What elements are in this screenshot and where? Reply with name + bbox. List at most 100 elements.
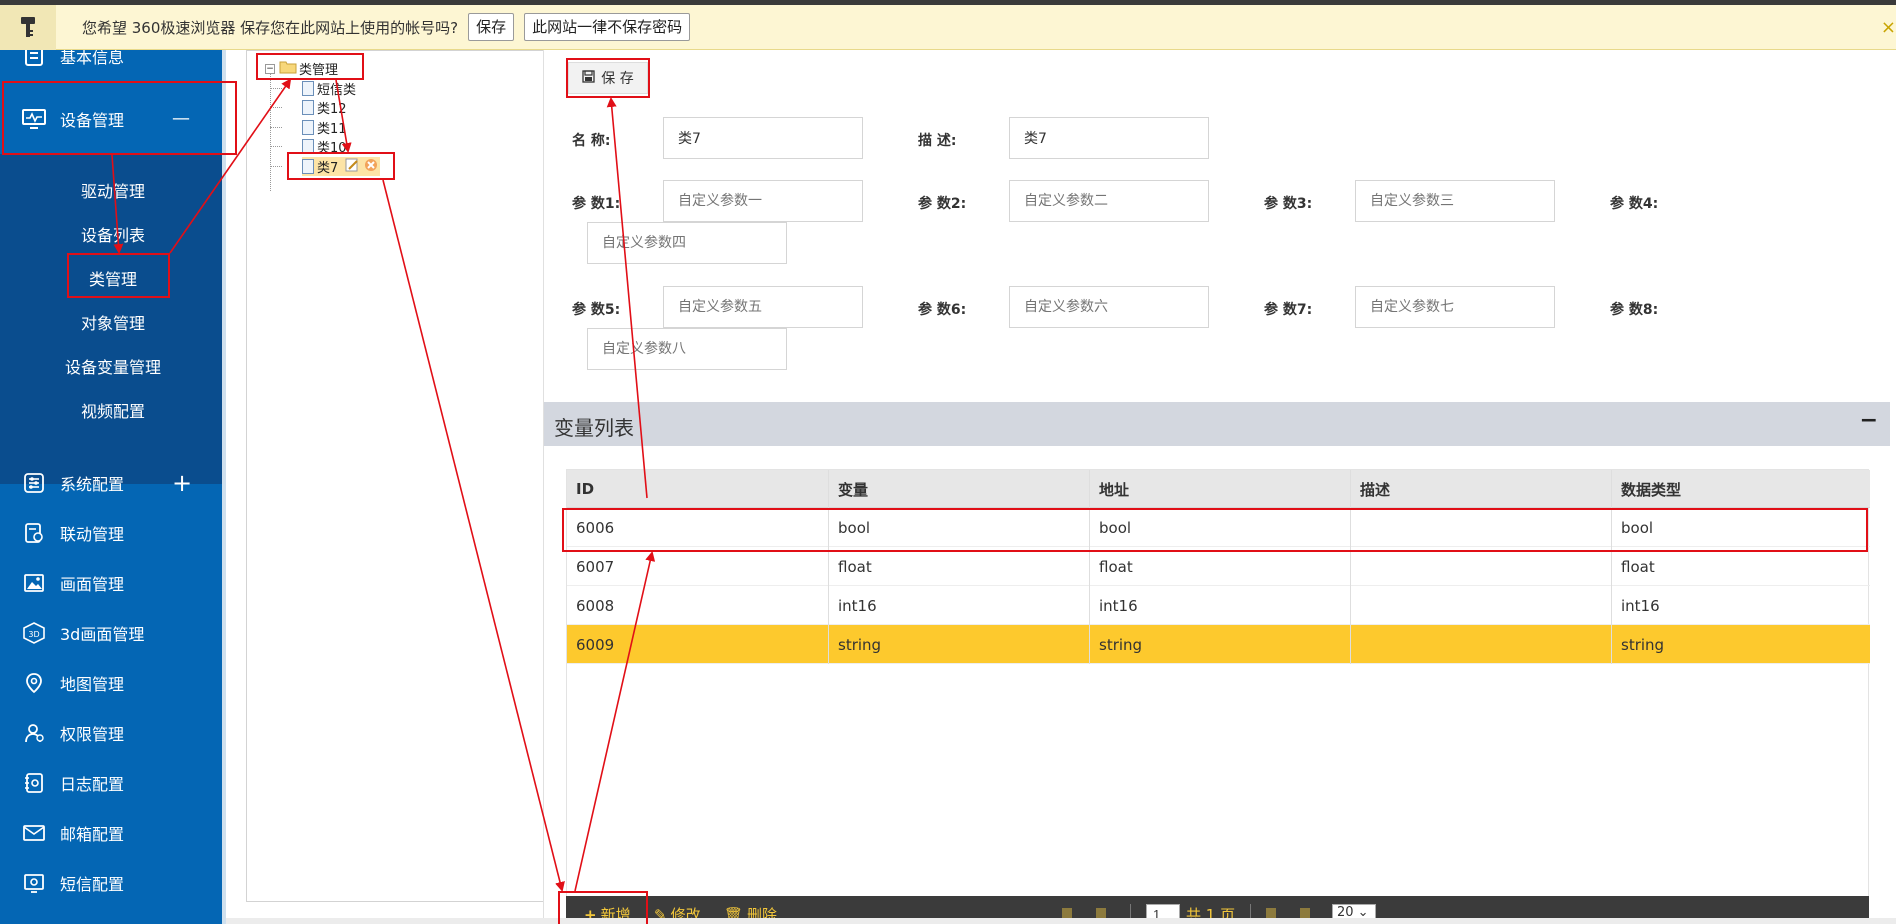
sidebar-item-permission[interactable]: 权限管理 — [0, 713, 226, 753]
sidebar-item-label: 系统配置 — [60, 475, 125, 494]
grid-header: ID 变量 地址 描述 数据类型 — [567, 470, 1870, 508]
param2-input[interactable] — [1009, 180, 1209, 222]
cell-data-type: string — [1621, 635, 1665, 654]
param6-label: 参 数6: — [918, 302, 967, 318]
param7-label: 参 数7: — [1264, 302, 1313, 318]
annotation-box-device-management — [2, 81, 237, 155]
sidebar-subitem-device-variables[interactable]: 设备变量管理 — [0, 352, 226, 384]
user-shield-icon — [21, 720, 47, 746]
param3-input[interactable] — [1355, 180, 1555, 222]
sidebar-item-3d-screen[interactable]: 3D 3d画面管理 — [0, 613, 226, 653]
annotation-box-tree-root — [256, 53, 364, 80]
param3-label: 参 数3: — [1264, 196, 1313, 212]
sidebar-subitem-object-management[interactable]: 对象管理 — [0, 308, 226, 340]
sidebar-item-label: 基本信息 — [60, 50, 125, 67]
3d-icon: 3D — [21, 620, 47, 646]
password-save-button[interactable]: 保存 — [468, 13, 515, 41]
sidebar-item-sms-config[interactable]: 短信配置 — [0, 863, 226, 903]
map-pin-icon — [21, 670, 47, 696]
cell-id: 6007 — [567, 547, 829, 586]
sidebar-item-screen[interactable]: 画面管理 — [0, 563, 226, 603]
param5-label: 参 数5: — [572, 302, 621, 318]
sidebar-item-log-config[interactable]: 日志配置 — [0, 763, 226, 803]
table-row[interactable]: 6008 int16 int16 int16 — [567, 586, 1870, 625]
cell-address: float — [1090, 547, 1351, 586]
sidebar-item-map[interactable]: 地图管理 — [0, 663, 226, 703]
name-label: 名 称: — [572, 133, 611, 149]
tree-node[interactable]: 短信类 — [302, 79, 356, 98]
sidebar-item-linkage[interactable]: 联动管理 — [0, 513, 226, 553]
sidebar-subitem-driver[interactable]: 驱动管理 — [0, 176, 226, 208]
sidebar: 基本信息 设备管理 — 驱动管理 设备列表 类管理 对象管理 设备变量管理 视频… — [0, 50, 226, 924]
column-header-address[interactable]: 地址 — [1090, 470, 1351, 508]
param4-input[interactable] — [587, 222, 787, 264]
sidebar-item-label: 邮箱配置 — [60, 825, 125, 844]
sidebar-item-label: 短信配置 — [60, 875, 125, 894]
expand-icon[interactable]: + — [172, 471, 192, 495]
column-header-description[interactable]: 描述 — [1351, 470, 1612, 508]
sidebar-scrollbar[interactable] — [222, 50, 226, 924]
variable-list-title: 变量列表 — [554, 416, 634, 440]
tree-node[interactable]: 类12 — [302, 98, 347, 117]
close-icon[interactable]: × — [1881, 17, 1896, 38]
log-gear-icon — [21, 770, 47, 796]
sidebar-item-system-config[interactable]: 系统配置 + — [0, 463, 226, 503]
cell-id: 6008 — [567, 586, 829, 625]
tree-node-label: 短信类 — [317, 83, 357, 98]
first-page-icon[interactable] — [1062, 908, 1072, 918]
annotation-box-save — [566, 58, 650, 98]
param6-input[interactable] — [1009, 286, 1209, 328]
document-icon — [302, 120, 314, 135]
annotation-box-selected-row — [562, 508, 1868, 552]
last-page-icon[interactable] — [1300, 908, 1310, 918]
sidebar-item-mail-config[interactable]: 邮箱配置 — [0, 813, 226, 853]
cell-description — [1351, 586, 1612, 625]
cell-description — [1351, 547, 1612, 586]
mail-icon — [21, 820, 47, 846]
cell-variable: float — [829, 547, 1090, 586]
param1-input[interactable] — [663, 180, 863, 222]
param7-input[interactable] — [1355, 286, 1555, 328]
cell-data-type: int16 — [1621, 596, 1660, 615]
key-icon — [0, 4, 56, 50]
sidebar-subitem-device-list[interactable]: 设备列表 — [0, 220, 226, 252]
description-input[interactable] — [1009, 117, 1209, 159]
next-page-icon[interactable] — [1266, 908, 1276, 918]
tree-node-label: 类11 — [317, 122, 347, 137]
password-save-message: 您希望 360极速浏览器 保存您在此网站上使用的帐号吗? — [82, 18, 459, 37]
collapse-icon[interactable]: − — [1860, 408, 1878, 433]
column-header-data-type[interactable]: 数据类型 — [1612, 470, 1870, 508]
cell-id: 6009 — [567, 625, 829, 664]
sidebar-subitem-video-config[interactable]: 视频配置 — [0, 396, 226, 428]
cell-address: int16 — [1090, 586, 1351, 625]
sms-gear-icon — [21, 870, 47, 896]
cell-variable: string — [829, 625, 1090, 664]
param8-input[interactable] — [587, 328, 787, 370]
sliders-icon — [21, 470, 47, 496]
image-icon — [21, 570, 47, 596]
param5-input[interactable] — [663, 286, 863, 328]
tree-node[interactable]: 类11 — [302, 118, 347, 137]
sidebar-item-label: 地图管理 — [60, 675, 125, 694]
sidebar-item-label: 3d画面管理 — [60, 625, 145, 644]
param2-label: 参 数2: — [918, 196, 967, 212]
table-row[interactable]: 6007 float float float — [567, 547, 1870, 586]
sidebar-item-basic-info[interactable]: 基本信息 — [0, 50, 226, 76]
column-header-id[interactable]: ID — [567, 470, 829, 508]
param8-label: 参 数8: — [1610, 302, 1659, 318]
document-icon — [302, 100, 314, 115]
column-header-variable[interactable]: 变量 — [829, 470, 1090, 508]
table-row[interactable]: 6009 string string string — [567, 625, 1870, 664]
name-input[interactable] — [663, 117, 863, 159]
document-icon — [21, 50, 47, 69]
cell-description — [1351, 625, 1612, 664]
param4-label: 参 数4: — [1610, 196, 1659, 212]
password-save-bar: 您希望 360极速浏览器 保存您在此网站上使用的帐号吗? 保存 此网站一律不保存… — [0, 4, 1896, 50]
sidebar-submenu: 驱动管理 设备列表 类管理 对象管理 设备变量管理 视频配置 — [0, 154, 226, 484]
prev-page-icon[interactable] — [1096, 908, 1106, 918]
password-never-button[interactable]: 此网站一律不保存密码 — [524, 13, 691, 41]
panel-divider — [543, 50, 544, 924]
horizontal-scrollbar[interactable] — [226, 918, 1896, 924]
document-icon — [302, 81, 314, 96]
param1-label: 参 数1: — [572, 196, 621, 212]
